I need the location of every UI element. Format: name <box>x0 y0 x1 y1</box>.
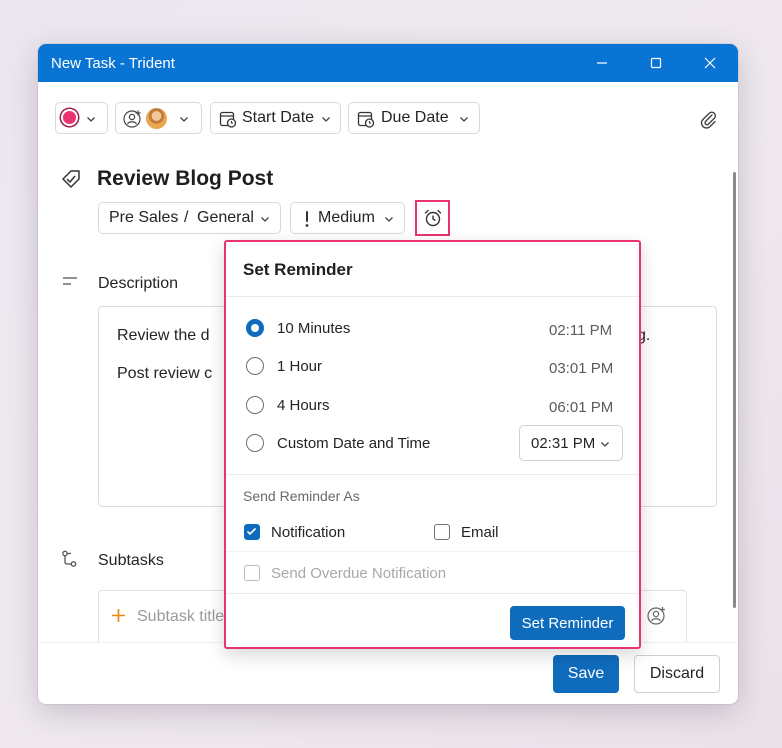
option-time: 06:01 PM <box>549 399 614 416</box>
radio-4-hours[interactable] <box>246 396 264 414</box>
chevron-down-icon <box>322 117 330 122</box>
option-label: 10 Minutes <box>277 320 351 337</box>
save-button[interactable]: Save <box>553 655 619 693</box>
priority-dropdown[interactable]: Medium <box>290 202 405 234</box>
popup-divider <box>226 296 639 297</box>
description-line-1: Review the d <box>117 327 210 344</box>
reminder-button[interactable] <box>415 200 450 236</box>
overdue-label: Send Overdue Notification <box>271 565 447 582</box>
task-tag-icon <box>62 170 80 188</box>
task-title[interactable]: Review Blog Post <box>97 167 273 191</box>
attachment-icon[interactable] <box>699 109 717 129</box>
save-label: Save <box>567 665 605 682</box>
add-person-icon <box>123 110 141 128</box>
option-label: Custom Date and Time <box>277 435 431 452</box>
close-icon <box>704 57 716 69</box>
discard-button[interactable]: Discard <box>634 655 720 693</box>
title-bar: New Task - Trident <box>38 44 738 82</box>
subtasks-label: Subtasks <box>98 552 164 569</box>
plus-icon <box>112 609 125 622</box>
assignee-dropdown[interactable] <box>115 102 202 134</box>
chevron-down-icon <box>261 217 269 222</box>
calendar-clock-icon <box>219 111 237 128</box>
set-reminder-button[interactable]: Set Reminder <box>510 606 625 640</box>
send-as-label: Send Reminder As <box>243 488 360 504</box>
close-button[interactable] <box>687 44 733 82</box>
status-dot-icon <box>63 111 76 124</box>
discard-label: Discard <box>649 665 705 682</box>
project-dropdown[interactable]: Pre Sales / General <box>98 202 281 234</box>
calendar-clock-icon <box>357 111 375 128</box>
option-label: 4 Hours <box>277 397 330 414</box>
window-title: New Task - Trident <box>51 55 175 72</box>
email-label: Email <box>461 524 499 541</box>
option-time: 03:01 PM <box>549 360 614 377</box>
chevron-down-icon <box>385 217 393 222</box>
notification-label: Notification <box>271 524 346 541</box>
chevron-down-icon <box>87 117 95 122</box>
description-icon <box>63 277 77 285</box>
overdue-checkbox[interactable] <box>244 565 260 581</box>
status-dropdown[interactable] <box>55 102 108 134</box>
popup-header: Set Reminder <box>243 260 353 279</box>
checkmark-icon <box>246 527 257 536</box>
set-reminder-popup: Set Reminder 10 Minutes 02:11 PM 1 Hour … <box>224 240 641 649</box>
custom-time-value: 02:31 PM <box>531 435 596 452</box>
description-label: Description <box>98 275 179 292</box>
due-date-label: Due Date <box>381 109 449 126</box>
add-person-icon[interactable] <box>646 605 668 627</box>
maximize-button[interactable] <box>633 44 679 82</box>
minimize-button[interactable] <box>579 44 625 82</box>
description-line-2: Post review c <box>117 365 213 382</box>
maximize-icon <box>650 57 662 69</box>
set-reminder-button-label: Set Reminder <box>521 614 614 632</box>
chevron-down-icon <box>601 442 609 447</box>
radio-custom[interactable] <box>246 434 264 452</box>
start-date-label: Start Date <box>242 109 315 126</box>
custom-time-dropdown[interactable]: 02:31 PM <box>519 425 623 461</box>
subtasks-icon <box>62 550 77 567</box>
notification-checkbox[interactable] <box>244 524 260 540</box>
popup-divider <box>226 593 639 594</box>
chevron-down-icon <box>180 117 188 122</box>
alarm-clock-icon <box>424 209 441 227</box>
radio-1-hour[interactable] <box>246 357 264 375</box>
exclamation-icon <box>305 211 309 227</box>
chevron-down-icon <box>460 117 468 122</box>
radio-10-minutes[interactable] <box>246 319 264 337</box>
email-checkbox[interactable] <box>434 524 450 540</box>
category-name: General <box>197 209 254 226</box>
popup-divider <box>226 551 639 552</box>
project-separator: / <box>184 209 189 226</box>
minimize-icon <box>597 62 607 64</box>
avatar <box>146 108 167 129</box>
due-date-dropdown[interactable]: Due Date <box>348 102 480 134</box>
priority-label: Medium <box>318 209 375 226</box>
popup-divider <box>226 474 639 475</box>
option-time: 02:11 PM <box>549 322 613 339</box>
project-name: Pre Sales <box>109 209 179 226</box>
subtask-placeholder: Subtask title <box>137 608 225 625</box>
scrollbar-thumb[interactable] <box>733 172 736 608</box>
start-date-dropdown[interactable]: Start Date <box>210 102 341 134</box>
option-label: 1 Hour <box>277 358 323 375</box>
